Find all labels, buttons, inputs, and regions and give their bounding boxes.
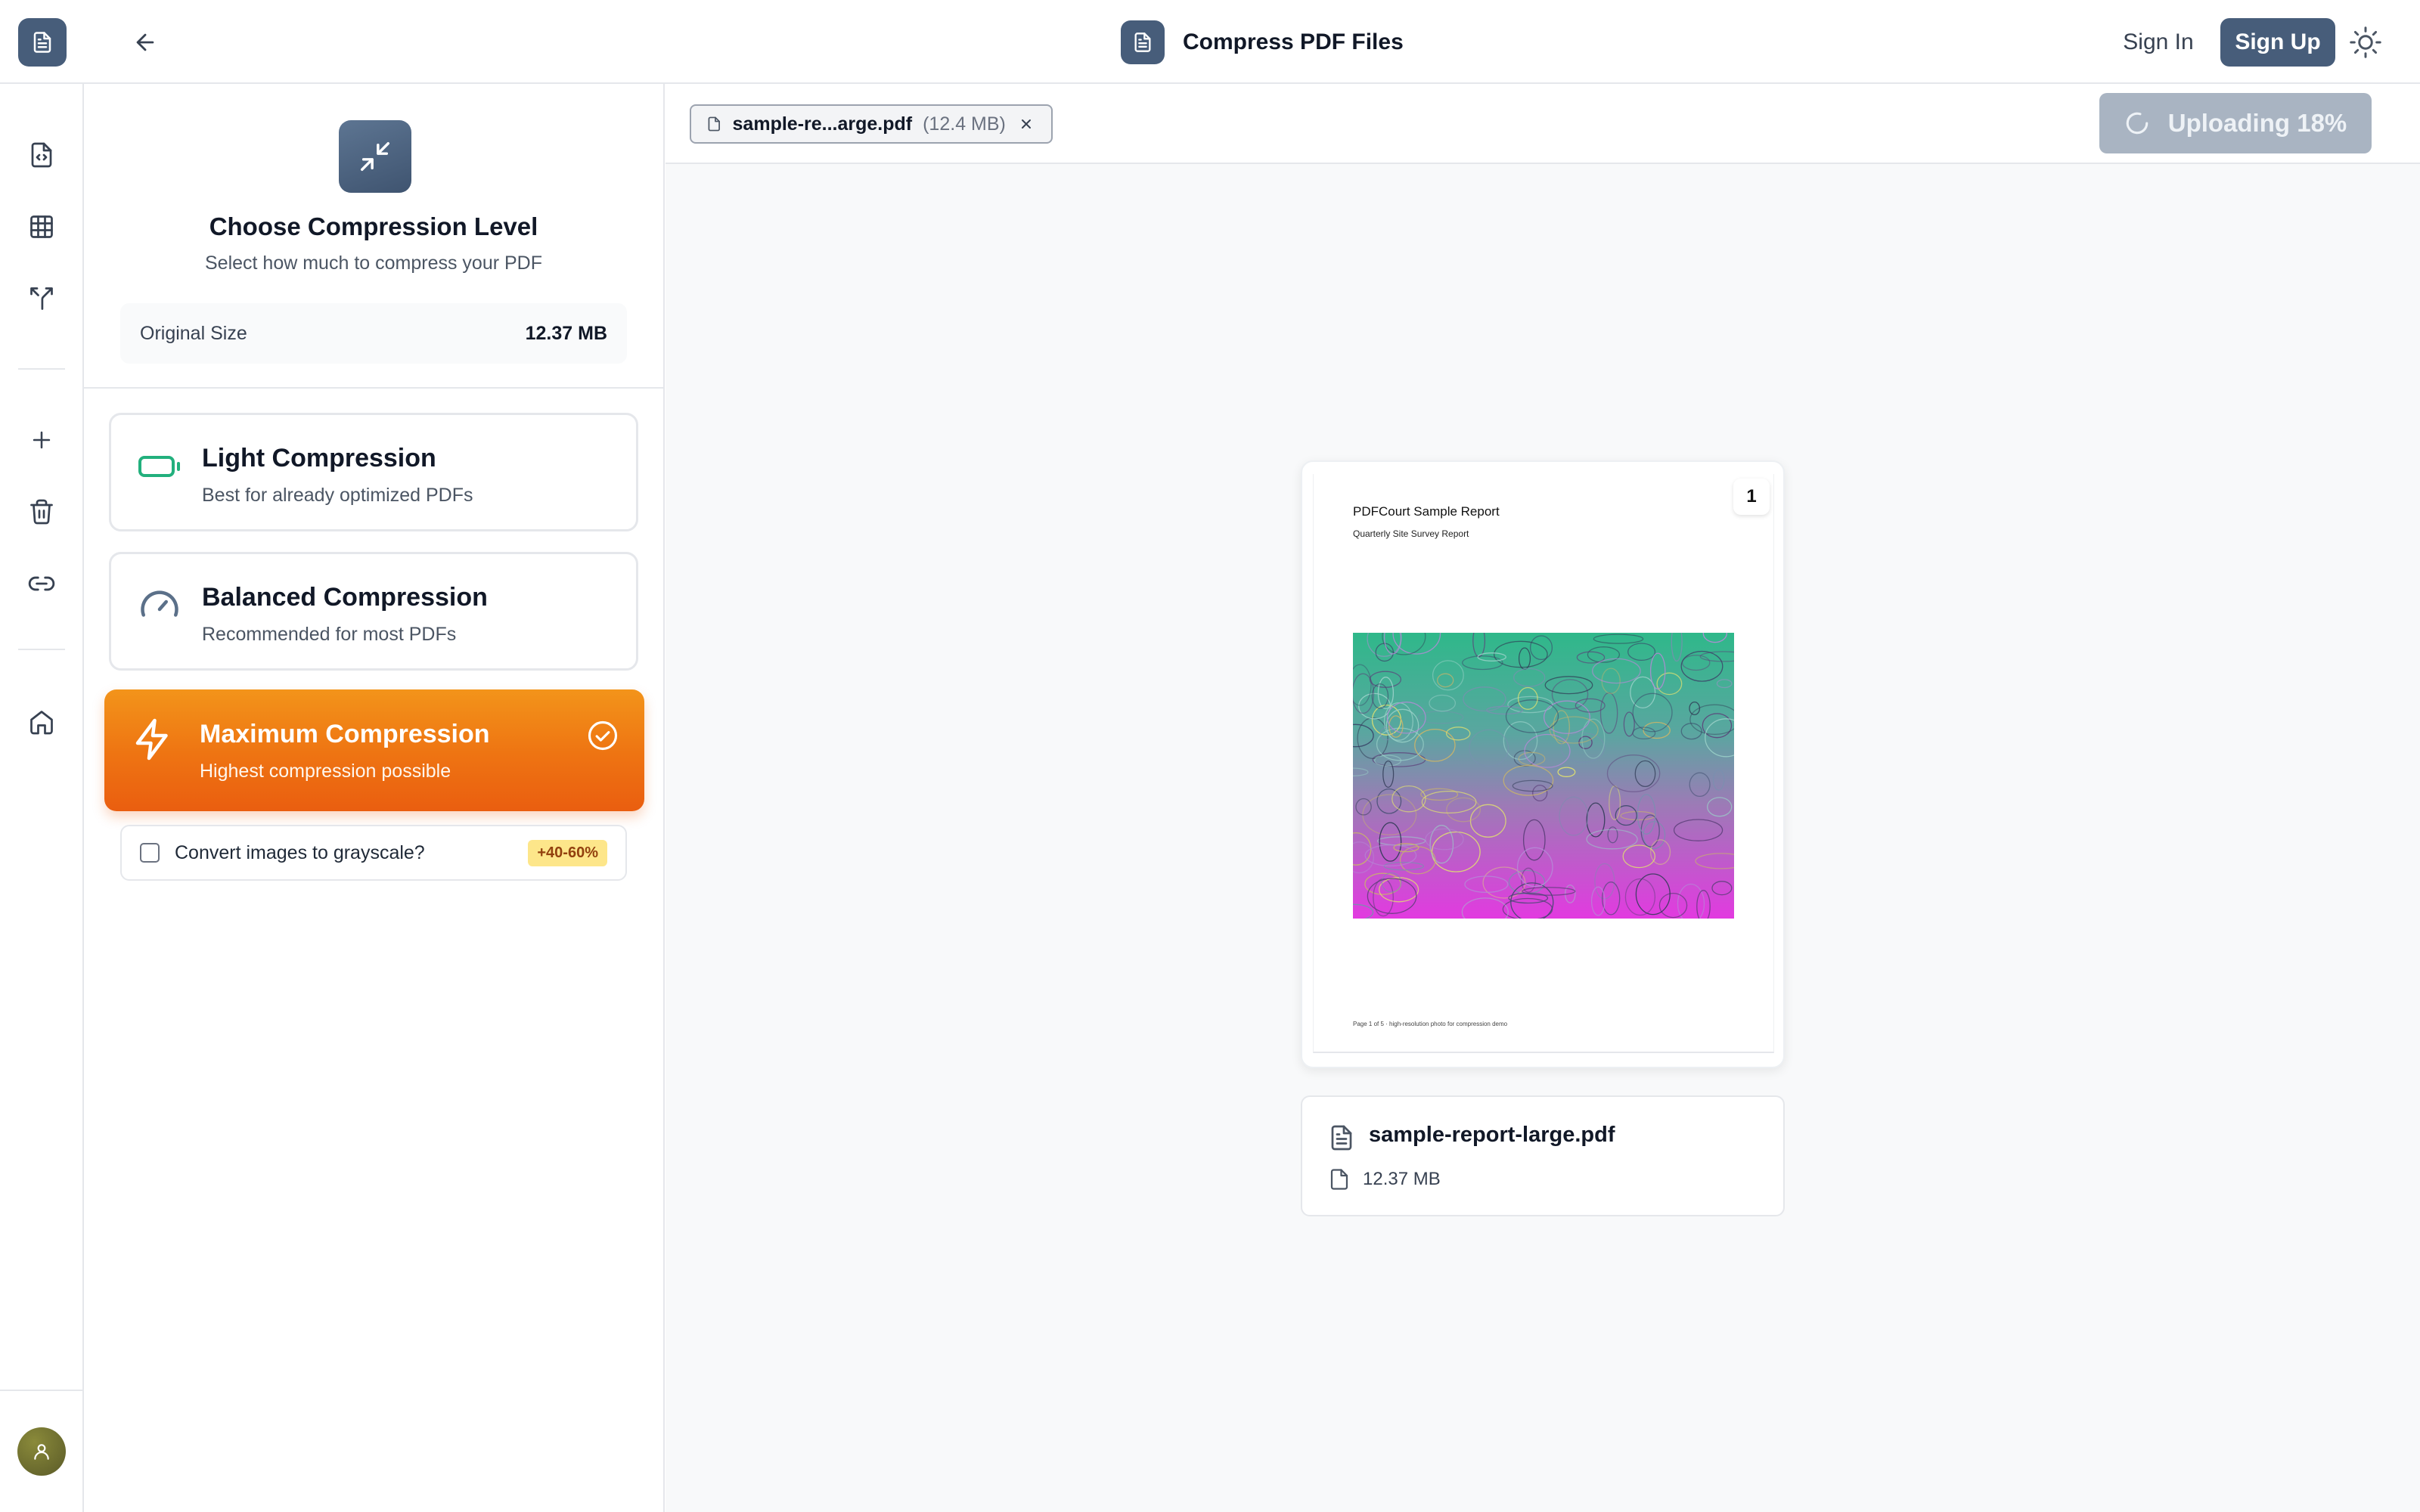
link-icon — [28, 576, 55, 591]
sidebar-item-link[interactable] — [20, 562, 63, 605]
document-subheading: Quarterly Site Survey Report — [1353, 528, 1469, 539]
file-chip-size: (12.4 MB) — [923, 113, 1006, 135]
sign-in-button[interactable]: Sign In — [2114, 21, 2202, 64]
sidebar-item-merge[interactable] — [20, 277, 63, 320]
option-balanced-compression[interactable]: Balanced Compression Recommended for mos… — [109, 552, 638, 671]
sidebar-item-grid[interactable] — [20, 206, 63, 248]
minimize-arrows-icon — [361, 142, 389, 171]
page-title-group: Compress PDF Files — [1121, 20, 1404, 64]
lightning-icon — [130, 717, 175, 762]
user-icon — [34, 1444, 49, 1460]
app-logo[interactable] — [18, 18, 67, 67]
grayscale-label[interactable]: Convert images to grayscale? — [175, 842, 425, 864]
grid-icon — [30, 215, 53, 238]
close-icon — [1021, 119, 1031, 129]
file-strip: sample-re...arge.pdf (12.4 MB) Uploading… — [666, 84, 2420, 164]
rail-divider — [18, 368, 65, 370]
option-description: Recommended for most PDFs — [202, 624, 457, 645]
original-size-value: 12.37 MB — [525, 322, 607, 344]
top-bar: Compress PDF Files Sign In Sign Up — [0, 0, 2420, 84]
preview-area: sample-re...arge.pdf (12.4 MB) Uploading… — [666, 84, 2420, 1512]
remove-file-button[interactable] — [1016, 113, 1036, 135]
sidebar-item-home[interactable] — [20, 701, 63, 743]
file-info-card: sample-report-large.pdf 12.37 MB — [1301, 1095, 1785, 1216]
original-size-label: Original Size — [140, 322, 247, 344]
option-name: Maximum Compression — [200, 720, 490, 748]
sidebar-item-delete[interactable] — [20, 491, 63, 533]
left-rail — [0, 84, 84, 1512]
trash-icon — [30, 499, 53, 525]
page-title: Compress PDF Files — [1183, 29, 1404, 54]
option-description: Highest compression possible — [200, 761, 451, 782]
document-icon — [1134, 33, 1151, 52]
back-button[interactable] — [126, 26, 165, 59]
sidebar-item-file-code[interactable] — [20, 134, 63, 176]
file-chip-name: sample-re...arge.pdf — [732, 113, 913, 135]
check-circle-icon — [588, 720, 618, 751]
pdf-page: PDFCourt Sample Report Quarterly Site Su… — [1313, 474, 1774, 1053]
sidebar-item-add[interactable] — [20, 419, 63, 461]
option-name: Balanced Compression — [202, 583, 488, 612]
sun-icon — [2350, 26, 2381, 58]
upload-status-button[interactable]: Uploading 18% — [2099, 93, 2372, 153]
document-footer: Page 1 of 5 · high-resolution photo for … — [1353, 1021, 1508, 1027]
avatar[interactable] — [17, 1427, 66, 1476]
option-description: Best for already optimized PDFs — [202, 485, 473, 506]
file-icon — [708, 116, 720, 132]
battery-icon — [137, 444, 182, 489]
savings-badge: +40-60% — [528, 839, 607, 866]
file-name: sample-report-large.pdf — [1369, 1123, 1615, 1147]
page-number-badge: 1 — [1733, 479, 1770, 515]
arrow-left-icon — [136, 33, 154, 51]
panel-title: Choose Compression Level — [209, 212, 538, 240]
file-text-icon — [1331, 1125, 1352, 1151]
sign-up-button[interactable]: Sign Up — [2220, 18, 2335, 67]
compression-panel: Choose Compression Level Select how much… — [84, 84, 665, 1512]
compress-badge — [339, 120, 411, 193]
document-photo — [1353, 633, 1734, 919]
file-code-icon — [31, 142, 52, 168]
option-light-compression[interactable]: Light Compression Best for already optim… — [109, 413, 638, 531]
spinner-icon — [2126, 112, 2149, 135]
pdf-page-preview[interactable]: PDFCourt Sample Report Quarterly Site Su… — [1301, 460, 1785, 1068]
grayscale-checkbox[interactable] — [140, 843, 160, 863]
rail-divider — [18, 649, 65, 650]
document-icon — [33, 32, 51, 53]
file-icon — [1330, 1169, 1348, 1190]
file-chip[interactable]: sample-re...arge.pdf (12.4 MB) — [690, 104, 1053, 144]
rail-divider — [0, 1390, 84, 1391]
original-size-row: Original Size 12.37 MB — [120, 303, 627, 364]
gauge-icon — [137, 583, 182, 628]
merge-arrows-icon — [30, 287, 53, 310]
file-size: 12.37 MB — [1363, 1169, 1441, 1189]
option-name: Light Compression — [202, 444, 436, 472]
panel-header: Choose Compression Level Select how much… — [84, 84, 663, 389]
panel-subtitle: Select how much to compress your PDF — [205, 253, 542, 274]
document-heading: PDFCourt Sample Report — [1353, 504, 1500, 519]
grayscale-option-row: Convert images to grayscale? +40-60% — [120, 825, 627, 881]
plus-icon — [33, 431, 51, 449]
theme-toggle-button[interactable] — [2347, 24, 2384, 60]
upload-status-label: Uploading 18% — [2167, 109, 2347, 137]
title-document-icon — [1121, 20, 1165, 64]
home-icon — [30, 711, 53, 735]
option-maximum-compression[interactable]: Maximum Compression Highest compression … — [104, 689, 644, 811]
